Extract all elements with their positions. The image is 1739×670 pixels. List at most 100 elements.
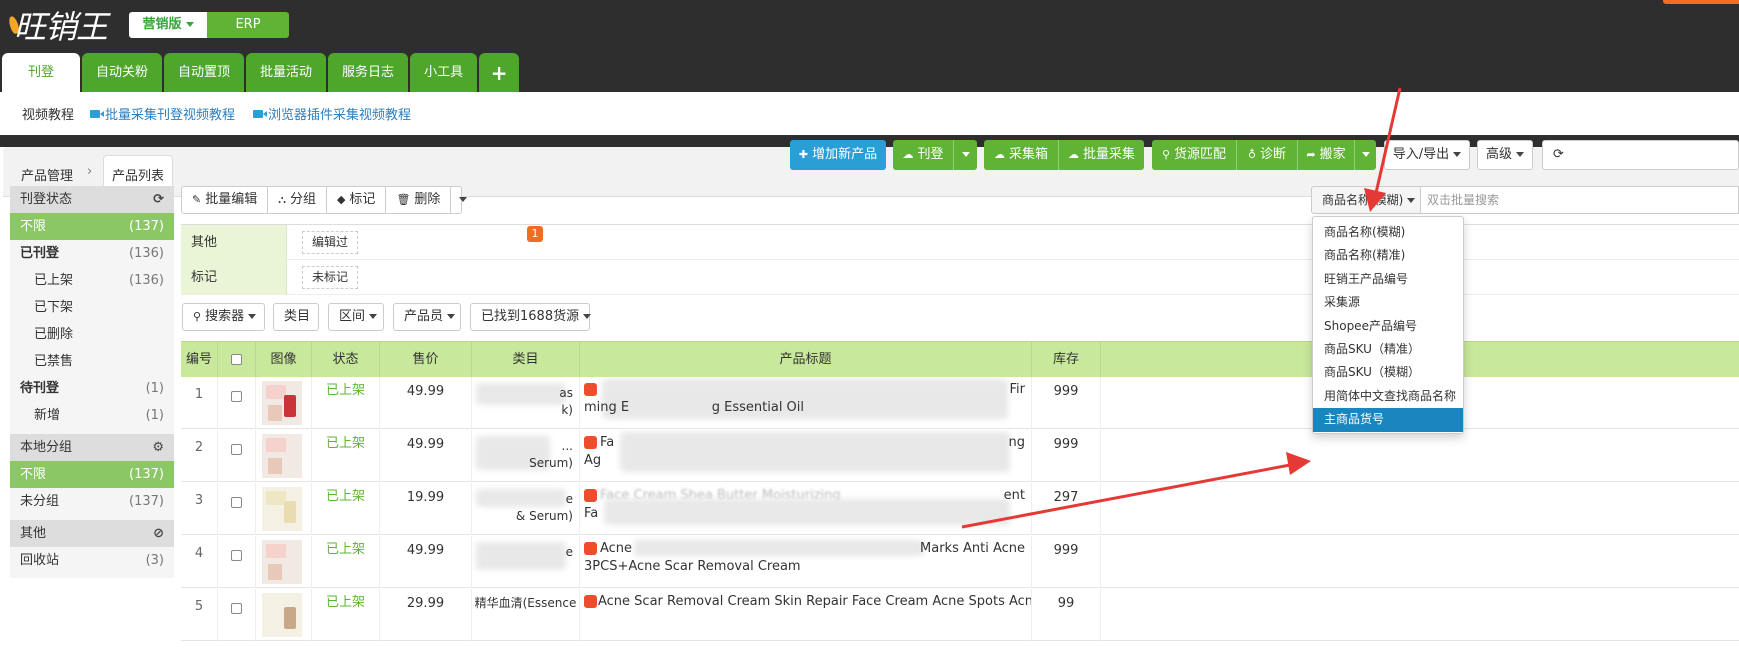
tab-batch-activity[interactable]: 批量活动 bbox=[246, 53, 327, 92]
edition-erp-button[interactable]: ERP bbox=[207, 12, 289, 38]
sidebar-item-ungrouped[interactable]: 未分组 (137) bbox=[10, 488, 174, 515]
corner-indicator[interactable] bbox=[1663, 0, 1739, 4]
publish-button[interactable]: ☁ 刊登 bbox=[893, 140, 953, 170]
row-checkbox[interactable] bbox=[231, 391, 242, 402]
search-field-select[interactable]: 商品名称(模糊) bbox=[1311, 186, 1421, 214]
table-row[interactable]: 5 已上架 29.99 精华血清(Essence Acne Scar Remov… bbox=[181, 589, 1739, 641]
product-image-cell bbox=[256, 377, 312, 429]
sidebar-section-other: 其他 ⊘ bbox=[10, 520, 174, 547]
sidebar-item-pending[interactable]: 待刊登 (1) bbox=[10, 375, 174, 402]
more-actions-toggle[interactable] bbox=[451, 187, 475, 213]
search-icon: ⚲ bbox=[193, 310, 202, 323]
column-header-title[interactable]: 产品标题 bbox=[580, 342, 1032, 378]
range-button[interactable]: 区间 bbox=[328, 303, 384, 331]
title-cell[interactable]: Face Cream Shea Butter Moisturizing ent Fa bbox=[580, 483, 1032, 535]
sidebar-item-group-all[interactable]: 不限 (137) bbox=[10, 461, 174, 488]
sidebar-item-delisted[interactable]: 已下架 bbox=[10, 294, 174, 321]
edited-count-badge: 1 bbox=[527, 226, 543, 242]
dropdown-option-sku-fuzzy[interactable]: 商品SKU（模糊） bbox=[1313, 361, 1463, 384]
product-staff-button[interactable]: 产品员 bbox=[393, 303, 461, 331]
product-thumbnail[interactable] bbox=[262, 593, 302, 637]
collect-box-button[interactable]: ☁ 采集箱 bbox=[984, 140, 1058, 170]
app-logo[interactable]: 旺销王 bbox=[6, 2, 118, 46]
row-extra-cell bbox=[1101, 430, 1739, 482]
move-dropdown-toggle[interactable] bbox=[1355, 140, 1376, 170]
tab-service-log[interactable]: 服务日志 bbox=[328, 53, 409, 92]
title-cell[interactable]: Acne Scar Removal Cream Skin Repair Face… bbox=[580, 589, 1032, 641]
breadcrumb-product-management[interactable]: 产品管理 bbox=[21, 165, 73, 184]
import-export-button[interactable]: 导入/导出 bbox=[1384, 140, 1470, 170]
table-row[interactable]: 3 已上架 19.99 e & Serum) Face Cream Shea B… bbox=[181, 483, 1739, 535]
search-field-dropdown: 商品名称(模糊) 商品名称(精准) 旺销王产品编号 采集源 Shopee产品编号… bbox=[1312, 216, 1464, 434]
title-cell[interactable]: Fa ng Ag bbox=[580, 430, 1032, 482]
product-thumbnail[interactable] bbox=[262, 434, 302, 478]
tab-tools[interactable]: 小工具 bbox=[410, 53, 478, 92]
table-row[interactable]: 2 已上架 49.99 ... Serum) Fa ng Ag 999 bbox=[181, 430, 1739, 482]
refresh-button[interactable]: ⟳ bbox=[1542, 140, 1739, 170]
add-tab-button[interactable]: + bbox=[479, 53, 520, 92]
dropdown-option-main-item-no[interactable]: 主商品货号 bbox=[1313, 408, 1463, 432]
sidebar-item-published[interactable]: 已刊登 (136) bbox=[10, 240, 174, 267]
advanced-button[interactable]: 高级 bbox=[1477, 140, 1533, 170]
title-cell[interactable]: Acne Marks Anti Acne 3PCS+Acne Scar Remova… bbox=[580, 536, 1032, 588]
move-button[interactable]: ➦ 搬家 bbox=[1298, 140, 1354, 170]
group-button[interactable]: ⛬ 分组 bbox=[268, 187, 327, 213]
product-thumbnail[interactable] bbox=[262, 540, 302, 584]
sidebar-item-new[interactable]: 新增 (1) bbox=[10, 402, 174, 429]
sidebar-item-publish-all[interactable]: 不限 (137) bbox=[10, 213, 174, 240]
gear-icon[interactable]: ⚙ bbox=[152, 434, 164, 461]
dropdown-option-name-exact[interactable]: 商品名称(精准) bbox=[1313, 244, 1463, 267]
table-row[interactable]: 1 已上架 49.99 as k) Fir ming E g Essential … bbox=[181, 377, 1739, 429]
ban-icon[interactable]: ⊘ bbox=[153, 520, 164, 547]
sidebar-item-recycle-bin[interactable]: 回收站 (3) bbox=[10, 547, 174, 574]
tutorial-link-browser-plugin[interactable]: 浏览器插件采集视频教程 bbox=[253, 104, 411, 123]
searcher-button[interactable]: ⚲ 搜索器 bbox=[182, 303, 265, 331]
source-match-button[interactable]: ⚲ 货源匹配 bbox=[1152, 140, 1236, 170]
add-product-button[interactable]: ✚ 增加新产品 bbox=[790, 140, 886, 170]
filter-tag-edited[interactable]: 编辑过 bbox=[302, 231, 359, 254]
tab-auto-bump[interactable]: 自动置顶 bbox=[164, 53, 245, 92]
table-row[interactable]: 4 已上架 49.99 e Acne Marks Anti Acne 3PCS+Ac… bbox=[181, 536, 1739, 588]
dropdown-option-sku-exact[interactable]: 商品SKU（精准） bbox=[1313, 338, 1463, 361]
tab-publish[interactable]: 刊登 bbox=[2, 53, 80, 92]
dropdown-option-shopee-id[interactable]: Shopee产品编号 bbox=[1313, 315, 1463, 338]
category-button[interactable]: 类目 bbox=[273, 303, 319, 331]
sidebar-item-banned[interactable]: 已禁售 bbox=[10, 348, 174, 375]
found-1688-source-button[interactable]: 已找到1688货源 bbox=[470, 303, 592, 331]
caret-down-icon bbox=[185, 22, 194, 27]
column-header-status[interactable]: 状态 bbox=[312, 342, 380, 378]
dropdown-option-product-id[interactable]: 旺销王产品编号 bbox=[1313, 268, 1463, 291]
refresh-icon[interactable]: ⟳ bbox=[153, 186, 164, 213]
title-cell[interactable]: Fir ming E g Essential Oil bbox=[580, 377, 1032, 429]
diagnose-button[interactable]: ♁ 诊断 bbox=[1237, 140, 1297, 170]
column-header-category[interactable]: 类目 bbox=[472, 342, 580, 378]
row-checkbox[interactable] bbox=[231, 603, 242, 614]
row-checkbox[interactable] bbox=[231, 444, 242, 455]
sidebar-item-deleted[interactable]: 已删除 bbox=[10, 321, 174, 348]
batch-edit-button[interactable]: ✎ 批量编辑 bbox=[182, 187, 269, 213]
dropdown-option-collect-source[interactable]: 采集源 bbox=[1313, 291, 1463, 314]
edition-marketing-button[interactable]: 营销版 bbox=[129, 12, 207, 38]
row-number: 5 bbox=[181, 589, 218, 641]
mark-button[interactable]: ◆ 标记 bbox=[327, 187, 387, 213]
column-header-price[interactable]: 售价 bbox=[380, 342, 472, 378]
row-checkbox[interactable] bbox=[231, 497, 242, 508]
batch-collect-button[interactable]: ☁ 批量采集 bbox=[1059, 140, 1144, 170]
filter-tag-unmarked[interactable]: 未标记 bbox=[302, 266, 359, 289]
tab-auto-follow[interactable]: 自动关粉 bbox=[82, 53, 163, 92]
stock-cell: 999 bbox=[1032, 430, 1101, 482]
column-header-stock[interactable]: 库存 bbox=[1032, 342, 1101, 378]
batch-search-input[interactable] bbox=[1421, 186, 1739, 214]
dropdown-option-simplified-chinese[interactable]: 用简体中文查找商品名称 bbox=[1313, 385, 1463, 408]
tutorial-link-batch-collect[interactable]: 批量采集刊登视频教程 bbox=[90, 104, 235, 123]
sidebar-item-listed[interactable]: 已上架 (136) bbox=[10, 267, 174, 294]
publish-dropdown-toggle[interactable] bbox=[954, 140, 977, 170]
dropdown-option-name-fuzzy[interactable]: 商品名称(模糊) bbox=[1313, 221, 1463, 244]
product-thumbnail[interactable] bbox=[262, 381, 302, 425]
column-header-number[interactable]: 编号 bbox=[181, 342, 218, 378]
breadcrumb-separator: › bbox=[87, 164, 93, 179]
product-thumbnail[interactable] bbox=[262, 487, 302, 531]
delete-button[interactable]: 🗑 删除 bbox=[386, 187, 452, 213]
select-all-checkbox[interactable] bbox=[231, 354, 242, 365]
row-checkbox[interactable] bbox=[231, 550, 242, 561]
